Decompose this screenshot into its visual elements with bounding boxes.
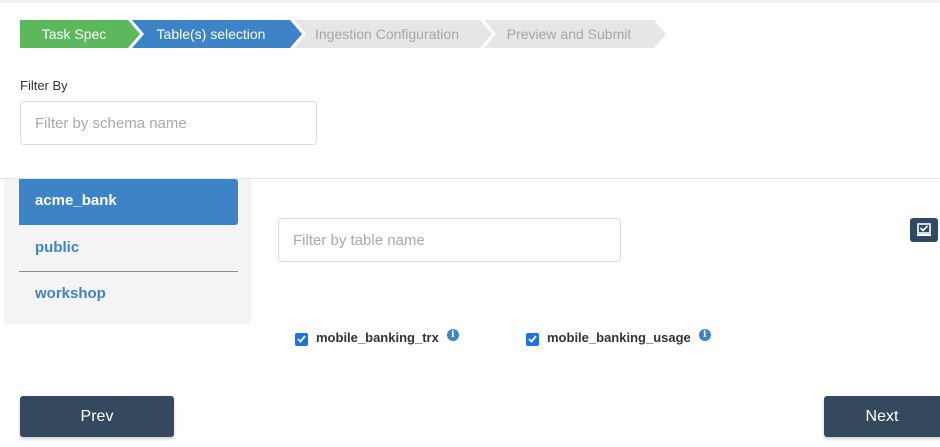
step-task-spec[interactable]: Task Spec: [20, 20, 140, 48]
info-icon[interactable]: i: [698, 329, 711, 341]
table-filter-input[interactable]: [278, 218, 621, 262]
step-preview-and-submit[interactable]: Preview and Submit: [484, 20, 666, 48]
step-arrow: [480, 20, 492, 48]
step-label: Ingestion Configuration: [315, 26, 459, 42]
table-option-mobile-banking-trx[interactable]: mobile_banking_trx i: [295, 327, 459, 347]
schema-item-acme-bank[interactable]: acme_bank: [19, 179, 238, 225]
check-icon: [297, 335, 306, 343]
step-label: Table(s) selection: [156, 26, 266, 42]
step-arrow: [128, 20, 140, 48]
table-label: mobile_banking_usage: [547, 329, 691, 345]
check-icon: [528, 335, 537, 343]
step-tables-selection[interactable]: Table(s) selection: [132, 20, 302, 48]
step-arrow: [654, 20, 666, 48]
step-label: Task Spec: [41, 26, 107, 42]
table-checkbox[interactable]: [295, 332, 308, 346]
prev-button[interactable]: Prev: [20, 396, 174, 437]
step-ingestion-configuration[interactable]: Ingestion Configuration: [294, 20, 492, 48]
wizard-steps: Task Spec Table(s) selection Ingestion C…: [20, 20, 666, 48]
step-label: Preview and Submit: [506, 26, 632, 42]
table-option-mobile-banking-usage[interactable]: mobile_banking_usage i: [526, 327, 711, 347]
step-arrow: [290, 20, 302, 48]
table-label: mobile_banking_trx: [316, 329, 439, 345]
select-all-button[interactable]: [910, 218, 938, 242]
info-icon[interactable]: i: [446, 329, 459, 341]
filter-by-label: Filter By: [20, 78, 68, 93]
table-checkbox[interactable]: [526, 332, 539, 346]
schema-item-workshop[interactable]: workshop: [19, 272, 238, 318]
schema-filter-input[interactable]: [20, 101, 317, 145]
next-button[interactable]: Next: [824, 396, 940, 437]
schema-list: acme_bank public workshop: [4, 179, 251, 324]
select-all-icon: [917, 223, 931, 236]
top-border: [0, 0, 940, 3]
table-selection-page: Task Spec Table(s) selection Ingestion C…: [0, 0, 940, 447]
schema-item-public[interactable]: public: [19, 226, 238, 272]
